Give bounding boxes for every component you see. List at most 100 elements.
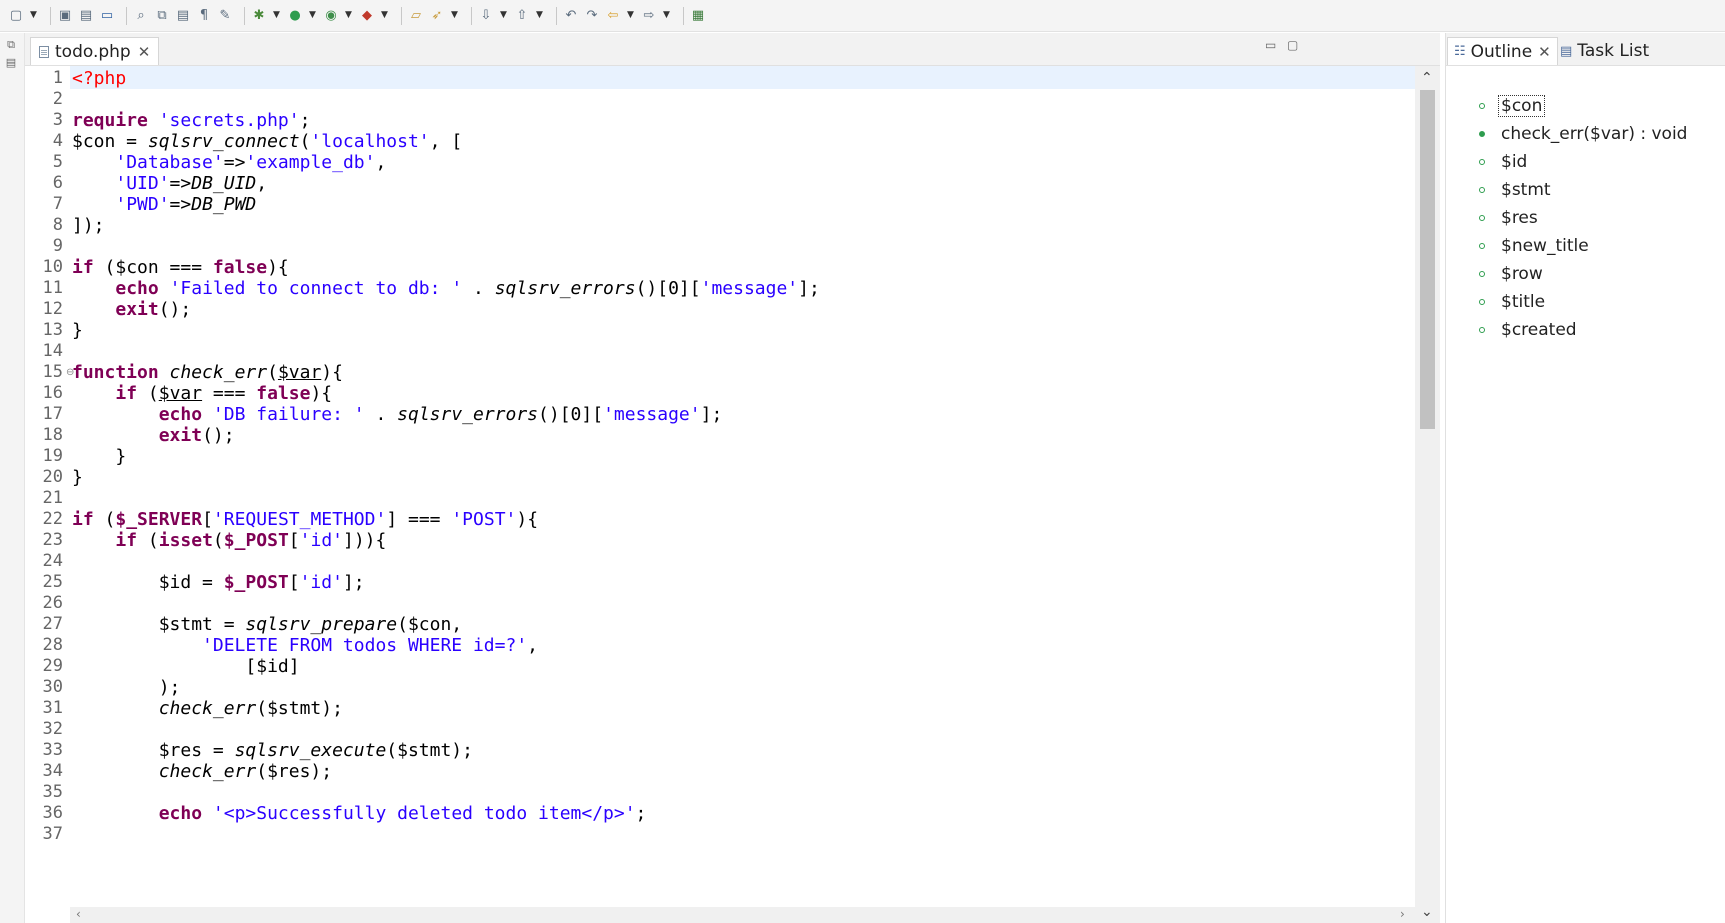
new-file-icon[interactable]: ▢ <box>8 8 24 24</box>
code-line[interactable]: function check_err($var){ <box>72 361 343 384</box>
dropdown-arrow-icon[interactable]: ▼ <box>272 8 281 24</box>
task-list-icon: ▤ <box>1560 43 1573 59</box>
line-number: 22 <box>42 509 63 529</box>
outline-item[interactable]: $id <box>1476 148 1716 176</box>
outline-item-label: $stmt <box>1501 180 1551 200</box>
document-icon[interactable]: ▤ <box>175 8 191 24</box>
code-line[interactable]: $stmt = sqlsrv_prepare($con, <box>72 613 462 636</box>
dropdown-arrow-icon[interactable]: ▼ <box>626 8 635 24</box>
dropdown-arrow-icon[interactable]: ▼ <box>662 8 671 24</box>
code-line[interactable]: 'Database'=>'example_db', <box>72 151 386 174</box>
run-icon[interactable]: ● <box>287 8 303 24</box>
toolbar-separator <box>126 6 127 25</box>
code-line[interactable]: echo 'DB failure: ' . sqlsrv_errors()[0]… <box>72 403 723 426</box>
tab-outline[interactable]: ☷ Outline ✕ <box>1447 37 1558 65</box>
outline-item[interactable]: $title <box>1476 288 1716 316</box>
outline-item[interactable]: $created <box>1476 316 1716 344</box>
run-config-icon[interactable]: ◉ <box>323 8 339 24</box>
deploy-icon[interactable]: ➶ <box>429 8 445 24</box>
close-icon[interactable]: ✕ <box>138 43 151 61</box>
outline-item[interactable]: $stmt <box>1476 176 1716 204</box>
code-line[interactable]: $res = sqlsrv_execute($stmt); <box>72 739 473 762</box>
code-line[interactable]: } <box>72 466 83 489</box>
close-icon[interactable]: ✕ <box>1538 43 1551 61</box>
outline-item[interactable]: $new_title <box>1476 232 1716 260</box>
editor-tab-todo-php[interactable]: todo.php ✕ <box>30 37 160 65</box>
code-line[interactable]: } <box>72 319 83 342</box>
dropdown-arrow-icon[interactable]: ▼ <box>344 8 353 24</box>
code-line[interactable]: if ($var === false){ <box>72 382 332 405</box>
editor-tab-label: todo.php <box>55 41 131 62</box>
back-icon[interactable]: ⇦ <box>605 8 621 24</box>
code-line[interactable]: if (isset($_POST['id'])){ <box>72 529 386 552</box>
outline-item[interactable]: $con <box>1476 92 1716 120</box>
open-folder-icon[interactable]: ▱ <box>408 8 424 24</box>
code-line[interactable]: if ($con === false){ <box>72 256 289 279</box>
tab-task-list[interactable]: ▤ Task List <box>1554 37 1655 65</box>
forward-edit-icon[interactable]: ↷ <box>584 8 600 24</box>
forward-icon[interactable]: ⇨ <box>641 8 657 24</box>
copy-icon[interactable]: ⧉ <box>154 8 170 24</box>
code-line[interactable]: ]); <box>72 214 105 237</box>
line-number: 10 <box>42 257 63 277</box>
code-line[interactable]: require 'secrets.php'; <box>72 109 310 132</box>
scroll-up-icon[interactable]: ⌃ <box>1421 70 1433 86</box>
dropdown-arrow-icon[interactable]: ▼ <box>535 8 544 24</box>
line-number: 25 <box>42 572 63 592</box>
code-text-area[interactable]: <?php require 'secrets.php'; $con = sqlsrv… <box>70 66 1415 923</box>
outline-item[interactable]: $row <box>1476 260 1716 288</box>
code-line[interactable]: 'DELETE FROM todos WHERE id=?', <box>72 634 538 657</box>
scroll-down-icon[interactable]: ⌄ <box>1421 904 1433 920</box>
pen-icon[interactable]: ✎ <box>217 8 233 24</box>
code-line[interactable]: echo 'Failed to connect to db: ' . sqlsr… <box>72 277 819 300</box>
last-edit-icon[interactable]: ↶ <box>563 8 579 24</box>
dropdown-arrow-icon[interactable]: ▼ <box>308 8 317 24</box>
pilcrow-icon[interactable]: ¶ <box>196 8 212 24</box>
variable-icon <box>1479 299 1485 305</box>
save-all-icon[interactable]: ▤ <box>78 8 94 24</box>
dropdown-arrow-icon[interactable]: ▼ <box>29 8 38 24</box>
line-number: 2 <box>52 89 63 109</box>
search-icon[interactable]: ⌕ <box>133 8 149 24</box>
code-line[interactable]: $id = $_POST['id']; <box>72 571 365 594</box>
left-trim-strip: ⧉ ▤ <box>0 33 25 923</box>
code-line[interactable]: $con = sqlsrv_connect('localhost', [ <box>72 130 462 153</box>
terminal-icon[interactable]: ▭ <box>99 8 115 24</box>
next-annotation-icon[interactable]: ⇩ <box>478 8 494 24</box>
code-line[interactable]: echo '<p>Successfully deleted todo item<… <box>72 802 647 825</box>
code-line[interactable]: 'UID'=>DB_UID, <box>72 172 267 195</box>
outline-item[interactable]: $res <box>1476 204 1716 232</box>
project-explorer-icon[interactable]: ▤ <box>4 56 18 70</box>
code-line[interactable]: check_err($res); <box>72 760 332 783</box>
debug-icon[interactable]: ✱ <box>251 8 267 24</box>
outline-item-label: $con <box>1497 95 1546 117</box>
save-icon[interactable]: ▣ <box>57 8 73 24</box>
code-line[interactable]: exit(); <box>72 298 191 321</box>
code-line[interactable]: [$id] <box>72 655 299 678</box>
restore-icon[interactable]: ⧉ <box>4 38 18 52</box>
code-line[interactable]: } <box>72 445 126 468</box>
line-number: 16 <box>42 383 63 403</box>
code-editor[interactable]: 1 2 3 4 5 6 7 8 9 10 11 12 13 14 15 ⊖ 16 17 18 19 20 21 22 23 24… <box>25 66 1440 923</box>
code-line[interactable]: ); <box>72 676 181 699</box>
code-line[interactable]: <?php <box>72 67 126 90</box>
dropdown-arrow-icon[interactable]: ▼ <box>450 8 459 24</box>
line-number: 5 <box>52 152 63 172</box>
external-tools-icon[interactable]: ◆ <box>359 8 375 24</box>
outline-item[interactable]: check_err($var) : void <box>1476 120 1716 148</box>
dropdown-arrow-icon[interactable]: ▼ <box>499 8 508 24</box>
prev-annotation-icon[interactable]: ⇧ <box>514 8 530 24</box>
scrollbar-thumb[interactable] <box>1420 90 1435 429</box>
perspective-icon[interactable]: ▦ <box>690 8 706 24</box>
minimize-icon[interactable]: ▭ <box>1265 38 1276 52</box>
dropdown-arrow-icon[interactable]: ▼ <box>380 8 389 24</box>
vertical-scrollbar[interactable]: ⌃ ⌄ <box>1415 66 1440 923</box>
code-line[interactable]: if ($_SERVER['REQUEST_METHOD'] === 'POST… <box>72 508 538 531</box>
code-line[interactable]: check_err($stmt); <box>72 697 343 720</box>
maximize-icon[interactable]: ▢ <box>1287 38 1298 52</box>
horizontal-scrollbar[interactable]: ‹ › <box>70 907 1415 923</box>
code-line[interactable]: 'PWD'=>DB_PWD <box>72 193 256 216</box>
scroll-left-icon[interactable]: ‹ <box>76 907 81 921</box>
scroll-right-icon[interactable]: › <box>1400 907 1405 921</box>
code-line[interactable]: exit(); <box>72 424 235 447</box>
